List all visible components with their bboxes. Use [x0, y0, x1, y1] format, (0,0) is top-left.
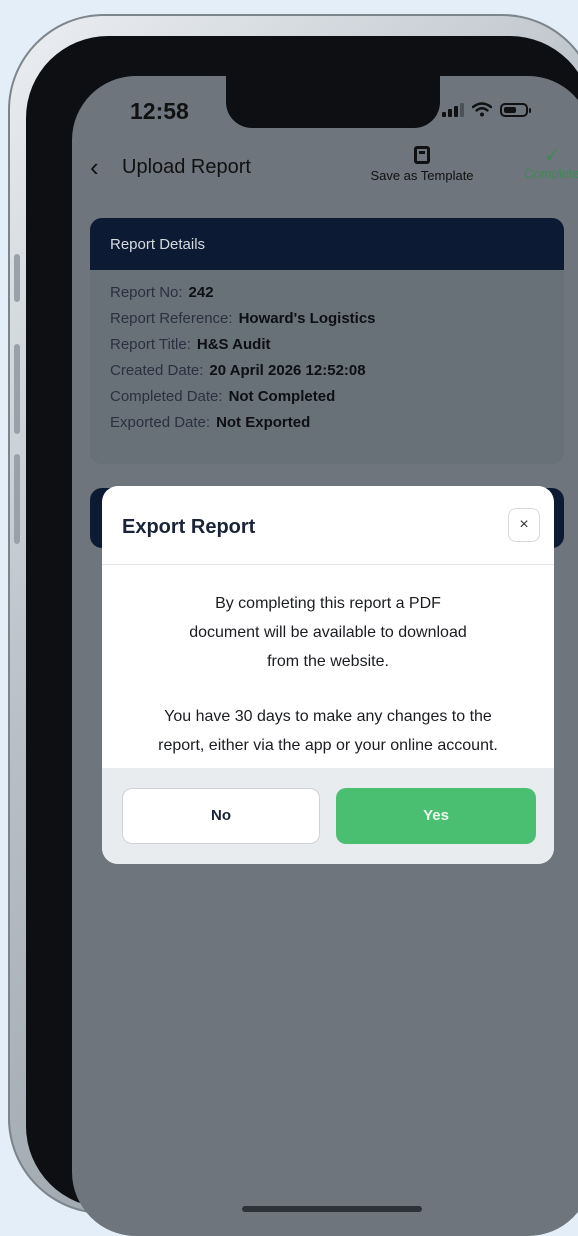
dialog-text-line: document will be available to download: [189, 624, 467, 641]
dialog-message: By completing this report a PDF document…: [102, 565, 554, 760]
detail-row: Report Title: H&S Audit: [110, 336, 564, 353]
phone-frame: 12:58 ‹ Upload Report Save as Template ✓…: [8, 14, 578, 1236]
detail-label: Created Date:: [110, 362, 204, 379]
report-details-title: Report Details: [90, 218, 564, 270]
complete-button[interactable]: ✓ Complete: [512, 146, 578, 181]
detail-label: Report Title:: [110, 336, 191, 353]
check-icon: ✓: [543, 145, 561, 167]
close-icon[interactable]: ×: [508, 508, 540, 542]
detail-value: Howard's Logistics: [238, 310, 376, 327]
battery-icon: [500, 102, 531, 117]
page-title: Upload Report: [122, 156, 251, 178]
detail-label: Exported Date:: [110, 414, 211, 431]
app-header: ‹ Upload Report Save as Template ✓ Compl…: [72, 138, 578, 208]
no-button[interactable]: No: [122, 788, 320, 844]
detail-row: Report No: 242: [110, 284, 564, 301]
report-details-body: Report No: 242 Report Reference: Howard's …: [90, 270, 564, 431]
home-indicator: [242, 1206, 422, 1212]
volume-down-button: [14, 454, 20, 544]
save-as-template-label: Save as Template: [370, 168, 474, 183]
phone-screen: 12:58 ‹ Upload Report Save as Template ✓…: [72, 76, 578, 1236]
detail-row: Completed Date: Not Completed: [110, 388, 564, 405]
detail-value: H&S Audit: [196, 336, 271, 353]
dialog-title: Export Report: [122, 516, 256, 538]
detail-label: Report No:: [110, 284, 183, 301]
mute-switch: [14, 254, 20, 302]
detail-value: 20 April 2026 12:52:08: [209, 362, 366, 379]
phone-bezel: 12:58 ‹ Upload Report Save as Template ✓…: [26, 36, 578, 1236]
detail-label: Completed Date:: [110, 388, 223, 405]
dialog-text-line: report, either via the app or your onlin…: [158, 737, 498, 754]
detail-row: Exported Date: Not Exported: [110, 414, 564, 431]
detail-label: Report Reference:: [110, 310, 233, 327]
detail-value: 242: [188, 284, 214, 301]
dialog-text-line: By completing this report a PDF: [215, 595, 441, 612]
complete-label: Complete: [524, 166, 578, 181]
detail-value: Not Exported: [216, 414, 311, 431]
dialog-footer: No Yes: [102, 768, 554, 864]
detail-row: Report Reference: Howard's Logistics: [110, 310, 564, 327]
export-report-dialog: Export Report × By completing this repor…: [102, 486, 554, 864]
yes-button[interactable]: Yes: [336, 788, 536, 844]
notch: [226, 76, 440, 128]
save-icon: [414, 146, 430, 164]
status-time: 12:58: [130, 98, 189, 124]
dialog-text-line: from the website.: [267, 653, 389, 670]
signal-icon: [442, 102, 464, 117]
detail-row: Created Date: 20 April 2026 12:52:08: [110, 362, 564, 379]
volume-up-button: [14, 344, 20, 434]
report-details-card: Report Details Report No: 242 Report Refe…: [90, 218, 564, 464]
save-as-template-button[interactable]: Save as Template: [362, 146, 482, 183]
dialog-header: Export Report ×: [102, 486, 554, 565]
status-icons: [442, 102, 531, 117]
dialog-text-line: You have 30 days to make any changes to …: [164, 708, 492, 725]
detail-value: Not Completed: [228, 388, 336, 405]
wifi-icon: [472, 102, 492, 117]
back-chevron-icon[interactable]: ‹: [90, 154, 99, 180]
